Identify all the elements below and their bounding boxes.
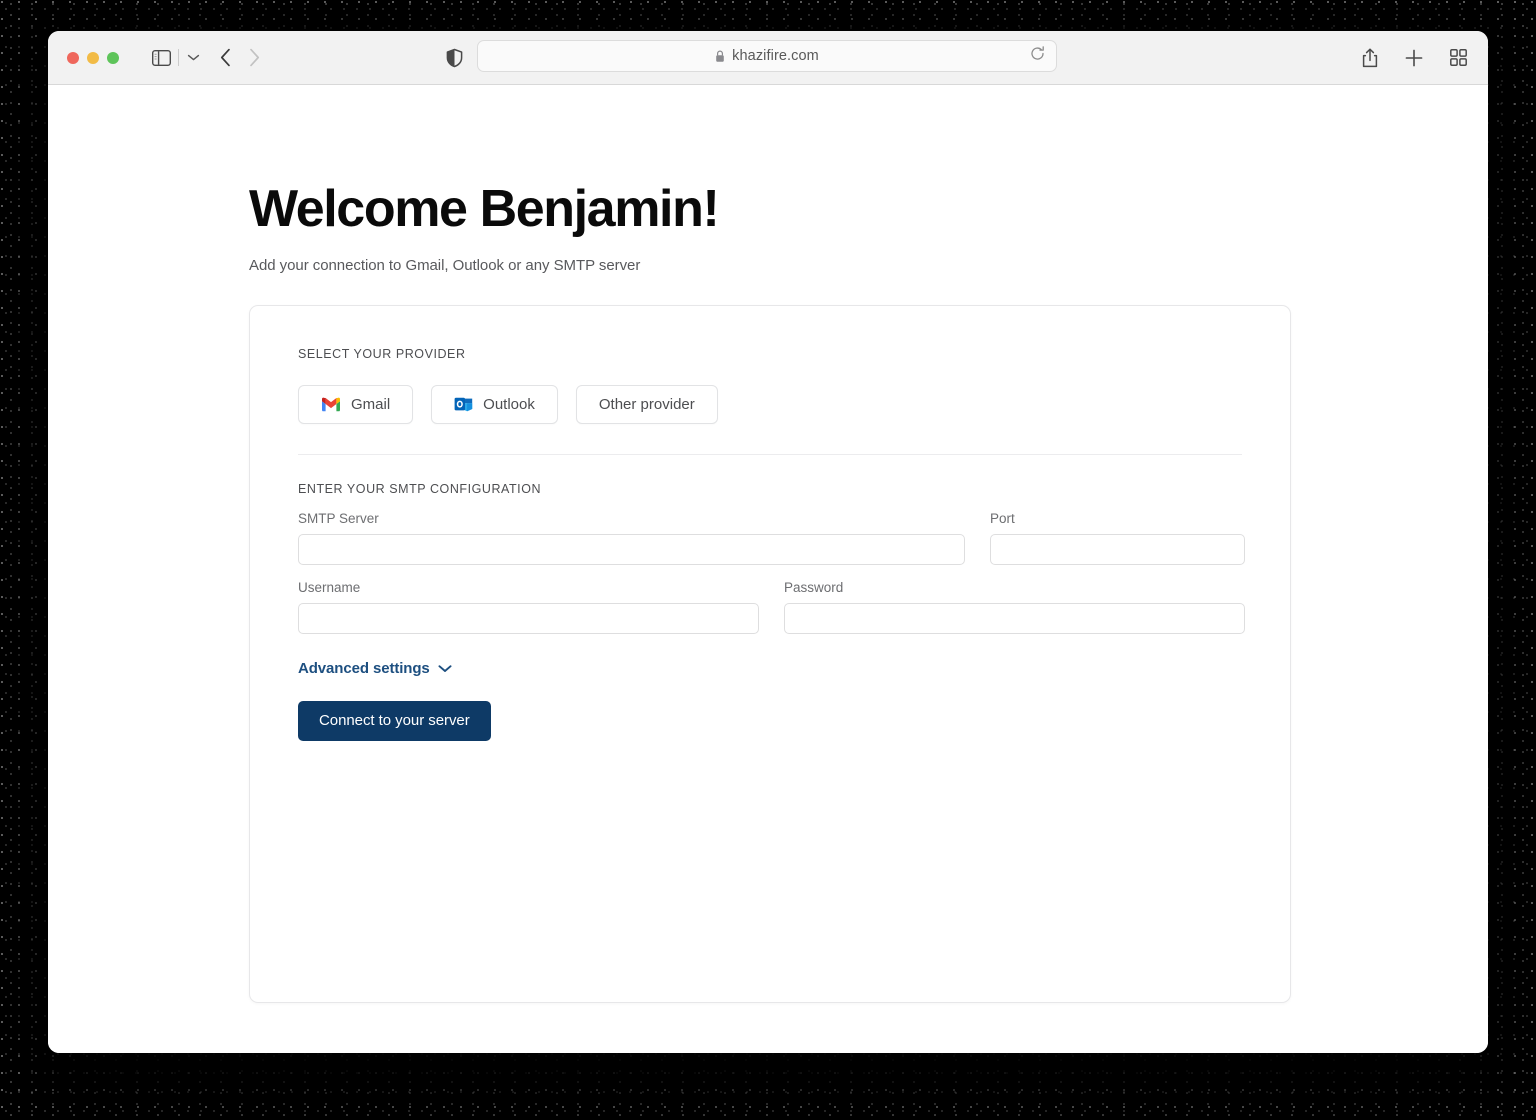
page-content: Welcome Benjamin! Add your connection to… — [48, 85, 1488, 1053]
page-inner-container: Welcome Benjamin! Add your connection to… — [249, 182, 1293, 1003]
toolbar-right-controls — [1362, 48, 1467, 68]
label-smtp-server: SMTP Server — [298, 511, 965, 526]
toolbar-separator — [178, 49, 179, 66]
label-username: Username — [298, 580, 759, 595]
page-subtitle: Add your connection to Gmail, Outlook or… — [249, 257, 1293, 274]
provider-label-gmail: Gmail — [351, 397, 390, 412]
new-tab-plus-icon[interactable] — [1405, 49, 1423, 67]
forward-arrow-icon[interactable] — [249, 48, 260, 67]
field-password: Password — [784, 580, 1245, 634]
provider-section-label: SELECT YOUR PROVIDER — [298, 347, 466, 361]
close-window-button[interactable] — [67, 52, 79, 64]
field-smtp-server: SMTP Server — [298, 511, 965, 565]
provider-button-gmail[interactable]: Gmail — [298, 385, 413, 424]
provider-button-outlook[interactable]: Outlook — [431, 385, 558, 424]
page-title: Welcome Benjamin! — [249, 182, 1293, 237]
label-port: Port — [990, 511, 1245, 526]
sidebar-toggle-icon[interactable] — [152, 50, 171, 66]
provider-label-outlook: Outlook — [483, 397, 535, 412]
smtp-configuration-card: SELECT YOUR PROVIDER Gmai — [249, 305, 1291, 1003]
password-input[interactable] — [784, 603, 1245, 634]
share-icon[interactable] — [1362, 48, 1378, 68]
field-username: Username — [298, 580, 759, 634]
gmail-icon — [321, 397, 341, 412]
form-row-username-password: Username Password — [298, 580, 1242, 634]
advanced-settings-toggle[interactable]: Advanced settings — [298, 660, 452, 677]
provider-label-other: Other provider — [599, 397, 695, 412]
connect-to-server-button[interactable]: Connect to your server — [298, 701, 491, 741]
outlook-icon — [454, 396, 473, 413]
provider-button-other[interactable]: Other provider — [576, 385, 718, 424]
safari-browser-window: khazifire.com — [48, 31, 1488, 1053]
shield-privacy-icon[interactable] — [446, 48, 463, 67]
minimize-window-button[interactable] — [87, 52, 99, 64]
chevron-down-icon — [438, 664, 452, 673]
smtp-section-label: ENTER YOUR SMTP CONFIGURATION — [298, 482, 1242, 496]
label-password: Password — [784, 580, 1245, 595]
window-traffic-lights — [67, 52, 119, 64]
lock-icon — [715, 50, 725, 63]
back-arrow-icon[interactable] — [220, 48, 231, 67]
address-bar-content: khazifire.com — [715, 48, 819, 64]
reload-icon[interactable] — [1030, 46, 1045, 66]
zoom-window-button[interactable] — [107, 52, 119, 64]
field-port: Port — [990, 511, 1245, 565]
port-input[interactable] — [990, 534, 1245, 565]
url-text: khazifire.com — [732, 48, 819, 64]
browser-toolbar: khazifire.com — [48, 31, 1488, 85]
smtp-server-input[interactable] — [298, 534, 965, 565]
tab-overview-icon[interactable] — [1450, 49, 1467, 66]
advanced-settings-label: Advanced settings — [298, 660, 430, 677]
section-divider — [298, 454, 1242, 455]
address-bar[interactable]: khazifire.com — [477, 40, 1057, 72]
sidebar-chevron-down-icon[interactable] — [187, 53, 200, 62]
username-input[interactable] — [298, 603, 759, 634]
provider-button-group: Gmail O — [298, 385, 1242, 424]
form-row-server-port: SMTP Server Port — [298, 511, 1242, 565]
